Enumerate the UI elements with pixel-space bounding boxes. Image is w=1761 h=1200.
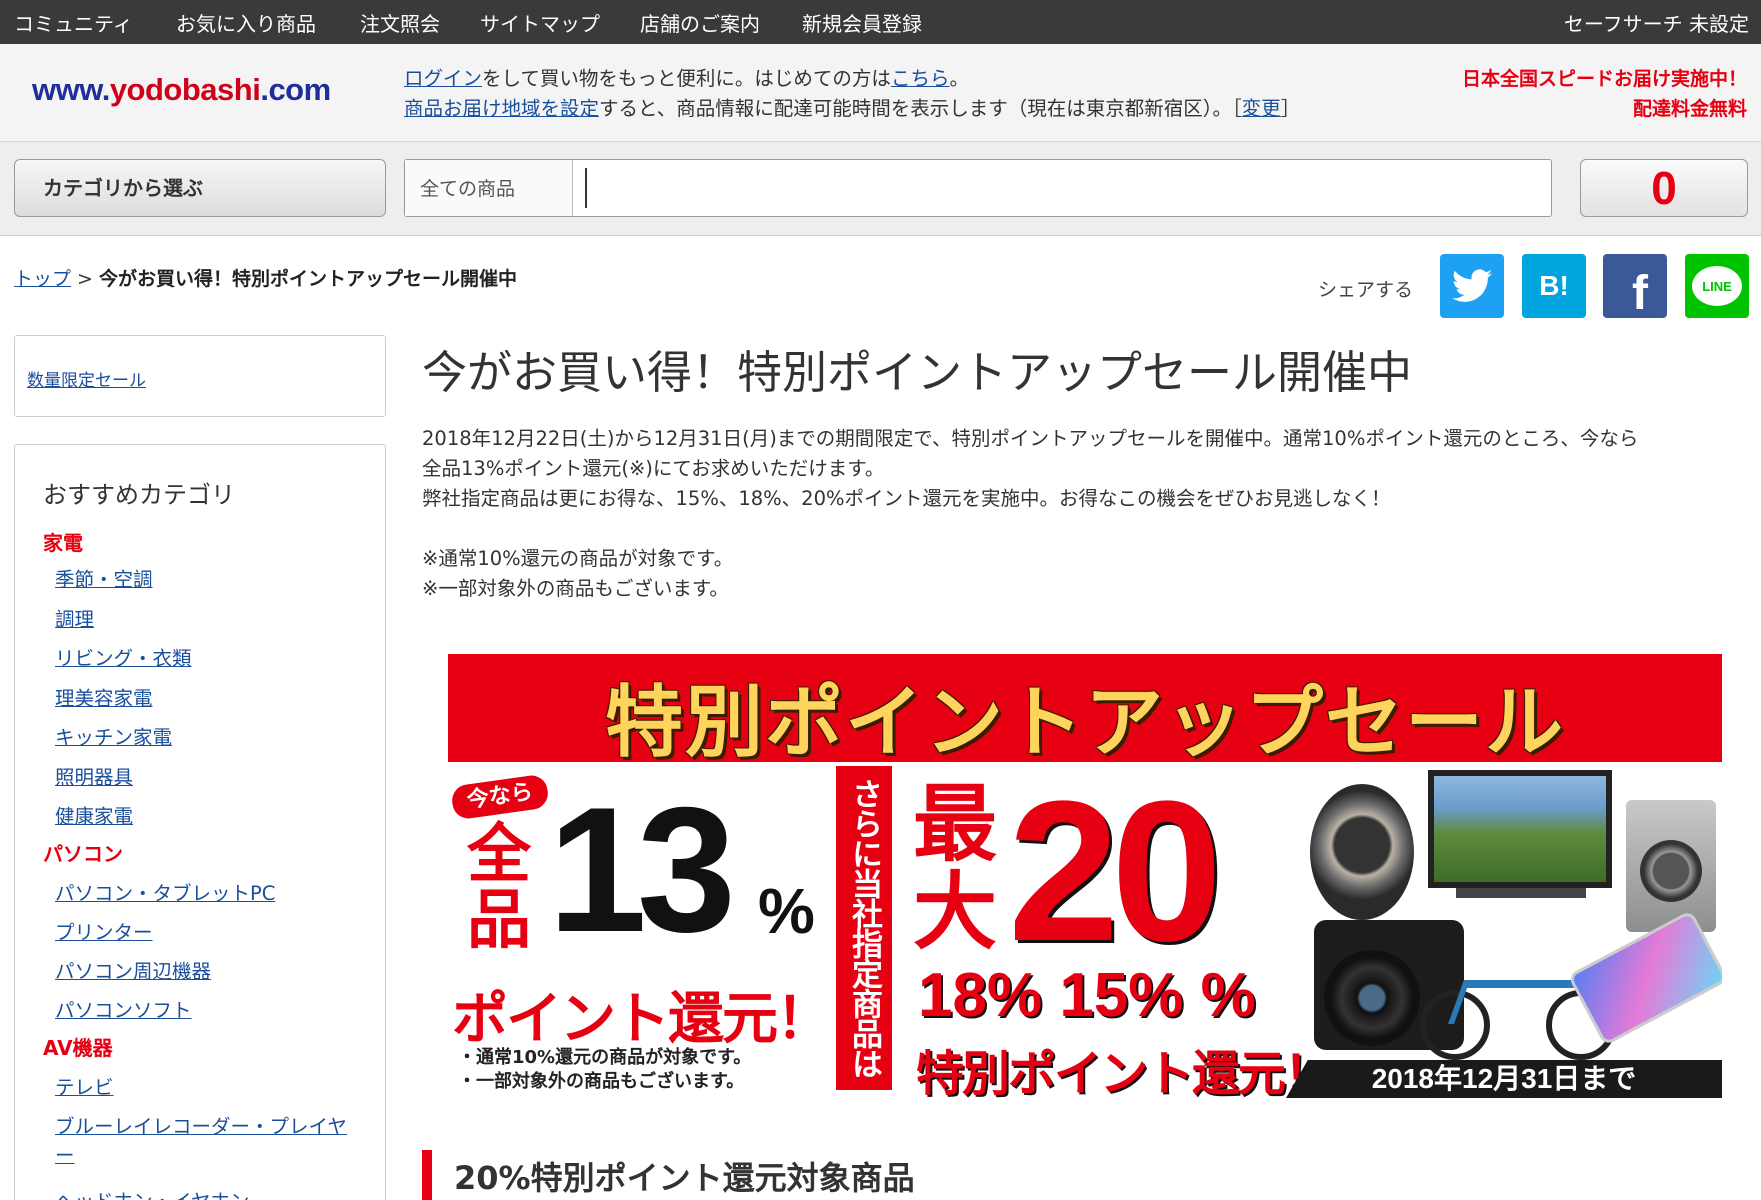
promo-line-2: 配達料金無料 [1632,98,1747,120]
category-select-button[interactable]: カテゴリから選ぶ [14,159,386,217]
sidebar-item-living[interactable]: リビング・衣類 [55,642,192,671]
sidebar-item-tv[interactable]: テレビ [55,1071,114,1100]
sidebar-item-lighting[interactable]: 照明器具 [55,761,133,790]
category-pc[interactable]: パソコン [43,838,123,867]
banner-note-1: ・通常10%還元の商品が対象です。 [458,1047,752,1068]
hatena-share-button[interactable]: B! [1522,254,1586,318]
banner-title: 特別ポイントアップセール [604,678,1565,768]
facebook-icon: f [1632,266,1648,320]
safe-search-setting[interactable]: セーフサーチ 未設定 [1564,8,1749,37]
nav-store-guide[interactable]: 店舗のご案内 [640,8,760,37]
hatena-icon: B! [1539,270,1569,301]
tv-stand-image [1456,888,1586,898]
category-av[interactable]: AV機器 [43,1032,113,1061]
note-line-2: ※一部対象外の商品もございます。 [422,577,729,600]
banner-end-date: 2018年12月31日まで [1286,1060,1722,1098]
page-title: 今がお買い得！特別ポイントアップセール開催中 [422,346,1413,399]
sidebar-item-health[interactable]: 健康家電 [55,800,133,829]
description-line-3: 弊社指定商品は更にお得な、15%、18%、20%ポイント還元を実施中。お得なこの… [422,487,1391,510]
category-appliances[interactable]: 家電 [43,527,83,556]
tv-image [1428,770,1612,888]
site-header: www.yodobashi.com ログインをして買い物をもっと便利に。はじめて… [0,44,1761,142]
site-logo[interactable]: www.yodobashi.com [32,72,331,108]
banner-notes: ・通常10%還元の商品が対象です。 ・一部対象外の商品もございます。 [458,1046,751,1094]
header-message: ログインをして買い物をもっと便利に。はじめての方はこちら。 商品お届け地域を設定… [404,64,1300,124]
banner-now-badge: 今なら [450,773,550,821]
banner-percent: % [758,875,815,947]
sidebar-item-headphone[interactable]: ヘッドホン・イヤホン [55,1185,249,1200]
top-nav: コミュニティ お気に入り商品 注文照会 サイトマップ 店舗のご案内 新規会員登録… [0,0,1761,44]
sidebar-item-bluray-cont[interactable]: ー [55,1139,75,1168]
nav-community[interactable]: コミュニティ [14,8,133,37]
nav-order-inquiry[interactable]: 注文照会 [360,8,440,37]
description-line-1: 2018年12月22日(土)から12月31日(月)までの期間限定で、特別ポイント… [422,427,1639,450]
logo-yodobashi: yodobashi [109,72,261,107]
search-input[interactable] [585,168,1535,208]
sidebar-item-seasonal[interactable]: 季節・空調 [55,563,153,592]
banner-products [1310,770,1722,1060]
share-label: シェアする [1318,279,1414,301]
recommended-categories: おすすめカテゴリ 家電 季節・空調 調理 リビング・衣類 理美容家電 キッチン家… [14,444,386,1200]
nav-sitemap[interactable]: サイトマップ [480,8,600,37]
banner-max: 最大 [912,775,997,961]
banner-18-15: 18% 15% % [918,961,1256,1030]
sidebar-item-bluray[interactable]: ブルーレイレコーダー・プレイヤ [55,1110,347,1139]
period-text: 。 [949,67,969,90]
banner-all-items: 全品 [467,818,531,958]
sidebar-item-printer[interactable]: プリンター [55,916,153,945]
sale-banner[interactable]: 特別ポイントアップセール 今なら 全品 13 % ポイント還元！ ・通常10%還… [448,654,1722,1098]
delivery-area-link[interactable]: 商品お届け地域を設定 [404,97,599,120]
logo-www: www. [32,72,110,107]
search-bar: カテゴリから選ぶ 全ての商品 0 [0,142,1761,236]
search-box: 全ての商品 [404,159,1552,217]
sidebar-item-kitchen[interactable]: キッチン家電 [55,721,172,750]
twitter-share-button[interactable] [1440,254,1504,318]
sale-description: 2018年12月22日(土)から12月31日(月)までの期間限定で、特別ポイント… [422,424,1752,604]
recommended-categories-title: おすすめカテゴリ [43,481,235,509]
washer-image [1626,800,1716,932]
delivery-promo[interactable]: 日本全国スピードお届け実施中！ 配達料金無料 [1462,64,1747,124]
limited-sale-box: 数量限定セール [14,335,386,417]
delivery-text: すると、商品情報に配達可能時間を表示します（現在は東京都新宿区）。［ [599,97,1242,120]
banner-special-return: 特別ポイント還元！ [916,1046,1332,1098]
banner-left-panel: 今なら 全品 13 % ポイント還元！ ・通常10%還元の商品が対象です。 ・一… [448,770,838,1094]
banner-note-2: ・一部対象外の商品もございます。 [458,1071,745,1092]
sidebar-item-cooking[interactable]: 調理 [55,603,94,632]
login-link[interactable]: ログイン [404,67,482,90]
line-icon-text: LINE [1702,278,1732,294]
note-line-1: ※通常10%還元の商品が対象です。 [422,547,734,570]
banner-point-return: ポイント還元！ [452,987,832,1052]
sidebar-item-pc-peripherals[interactable]: パソコン周辺機器 [55,955,211,984]
breadcrumb-current: 今がお買い得！特別ポイントアップセール開催中 [98,268,517,290]
banner-20: 20 [1008,760,1222,983]
line-icon: LINE [1692,266,1742,306]
banner-vertical-text: さらに当社指定商品は [836,766,892,1090]
section-heading-20pct: 20%特別ポイント還元対象商品 [422,1150,1752,1200]
login-text: をして買い物をもっと便利に。はじめての方は [482,67,891,90]
search-scope-select[interactable]: 全ての商品 [405,160,573,216]
watch-image [1310,784,1414,920]
breadcrumb-separator: > [77,268,93,290]
bracket-close: ］ [1280,97,1301,120]
promo-line-1: 日本全国スピードお届け実施中！ [1461,68,1747,90]
banner-header: 特別ポイントアップセール [448,654,1722,768]
breadcrumb-top-link[interactable]: トップ [14,268,71,290]
limited-sale-link[interactable]: 数量限定セール [27,366,146,391]
banner-13: 13 [548,770,736,969]
twitter-icon [1452,269,1492,302]
breadcrumb: トップ > 今がお買い得！特別ポイントアップセール開催中 [14,264,517,291]
facebook-share-button[interactable]: f [1603,254,1667,320]
change-area-link[interactable]: 変更 [1242,97,1281,120]
nav-favorites[interactable]: お気に入り商品 [176,8,316,37]
first-time-link[interactable]: こちら [891,67,950,90]
nav-register[interactable]: 新規会員登録 [802,8,922,37]
cart-button[interactable]: 0 [1580,159,1748,217]
line-share-button[interactable]: LINE [1685,254,1749,318]
sidebar-item-pc-software[interactable]: パソコンソフト [55,994,192,1023]
sidebar-item-beauty[interactable]: 理美容家電 [55,682,153,711]
description-line-2: 全品13%ポイント還元(※)にてお求めいただけます。 [422,457,885,480]
sidebar-item-pc-tablet[interactable]: パソコン・タブレットPC [55,877,275,906]
logo-com: .com [260,72,331,107]
